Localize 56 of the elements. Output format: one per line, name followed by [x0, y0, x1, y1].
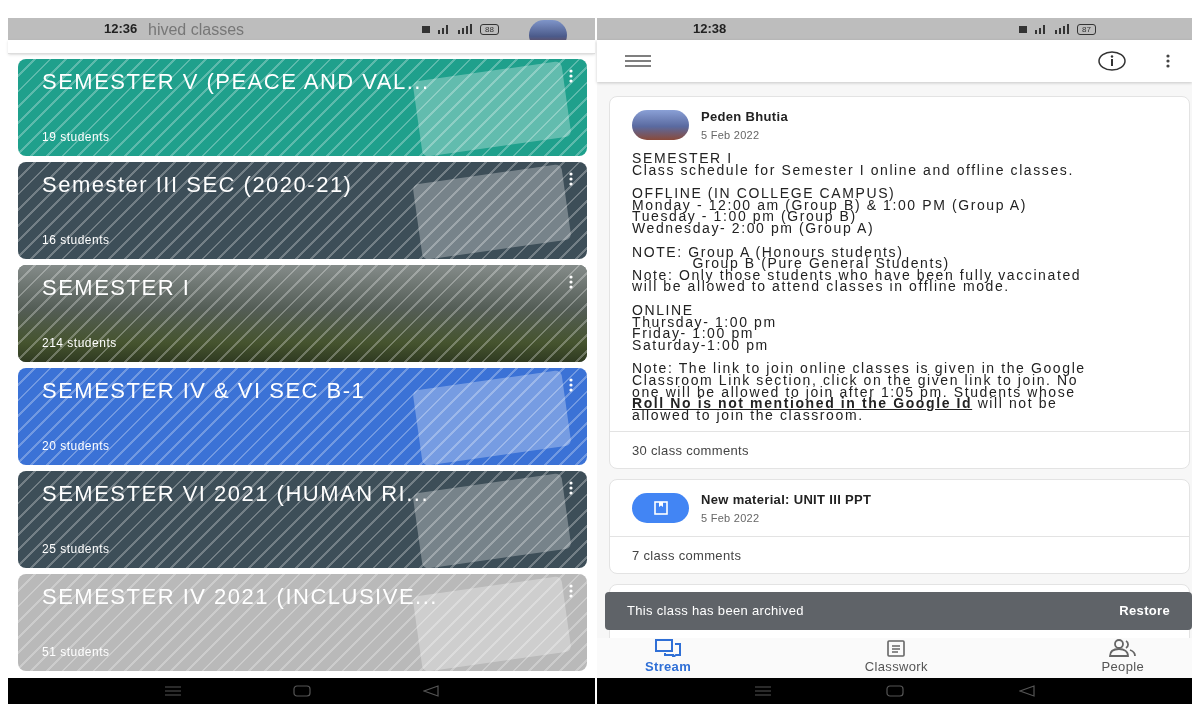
- snackbar-message: This class has been archived: [627, 602, 804, 621]
- material-title: New material: UNIT III PPT: [701, 491, 872, 510]
- post-paragraph: OFFLINE (IN COLLEGE CAMPUS) Monday - 12:00 am (Group B) & 1:00 PM (Group A) Tuesday - 1:00 pm (Group B) Wednesday- 2:00 pm (Group A): [632, 188, 1028, 235]
- student-count: 25 students: [42, 541, 111, 558]
- bookmark-page-icon: [653, 501, 668, 516]
- people-icon: [1107, 639, 1138, 658]
- class-title: SEMESTER V (PEACE AND VAL...: [42, 69, 430, 95]
- material-card[interactable]: New material: UNIT III PPT 5 Feb 2022 7 class comments: [609, 479, 1190, 575]
- signal-icon: [422, 24, 475, 34]
- chat-bubbles-icon: [655, 639, 681, 658]
- post-date: 5 Feb 2022: [701, 127, 761, 143]
- more-options-icon[interactable]: [569, 481, 573, 495]
- more-options-icon[interactable]: [569, 378, 573, 392]
- class-card[interactable]: SEMESTER IV & VI SEC B-1 20 students: [18, 368, 587, 465]
- post-paragraph: ONLINE Thursday- 1:00 pm Friday- 1:00 pm Saturday-1:00 pm: [632, 304, 778, 352]
- clipboard-icon: [887, 639, 906, 658]
- battery-indicator: 87: [1077, 23, 1096, 35]
- more-options-icon[interactable]: [1166, 54, 1170, 68]
- student-count: 214 students: [42, 335, 118, 352]
- student-count: 16 students: [42, 232, 111, 249]
- home-icon[interactable]: [293, 685, 312, 697]
- post-date: 5 Feb 2022: [701, 510, 761, 526]
- post-paragraph: Note: The link to join online classes is given in the Google Classroom Link section, click on the given link to join. No one will be allowed to join after 1:05 pm. Students whose Roll No is not mentioned in the Google Id will not be allowed to join the classroom.: [632, 363, 1087, 422]
- back-icon[interactable]: [1018, 685, 1035, 697]
- student-count: 19 students: [42, 129, 111, 146]
- signal-icon: [1019, 24, 1072, 34]
- class-title: SEMESTER IV 2021 (INCLUSIVE...: [42, 584, 438, 610]
- class-title: SEMESTER IV & VI SEC B-1: [42, 378, 366, 404]
- post-paragraph: SEMESTER I Class schedule for Semester I online and offline classes.: [632, 153, 1075, 177]
- nav-tab[interactable]: Stream: [645, 639, 692, 677]
- menu-icon[interactable]: [625, 55, 651, 67]
- avatar-photo-placeholder: [632, 110, 689, 140]
- student-count: 20 students: [42, 438, 111, 455]
- class-title: SEMESTER I: [42, 275, 191, 301]
- class-card[interactable]: SEMESTER I 214 students: [18, 265, 587, 362]
- back-icon[interactable]: [423, 685, 440, 697]
- comments-link[interactable]: 7 class comments: [632, 548, 742, 564]
- post-paragraph: NOTE: Group A (Honours students) Group B (Pure General Students) Note: Only those students who have been fully vaccinated will be allowed to attend classes in offline mode.: [632, 246, 1083, 293]
- class-card[interactable]: Semester III SEC (2020-21) 16 students: [18, 162, 587, 259]
- clock-time: 12:36: [104, 20, 138, 39]
- nav-tab[interactable]: People: [1101, 639, 1144, 677]
- author-name: Peden Bhutia: [701, 108, 788, 126]
- student-count: 51 students: [42, 644, 111, 661]
- clock-time: 12:38: [693, 20, 727, 39]
- class-title: Semester III SEC (2020-21): [42, 172, 353, 198]
- comments-link[interactable]: 30 class comments: [632, 443, 749, 459]
- class-card[interactable]: SEMESTER VI 2021 (HUMAN RI... 25 students: [18, 471, 587, 568]
- nav-tab[interactable]: Classwork: [864, 639, 928, 677]
- home-icon[interactable]: [886, 685, 905, 697]
- restore-button[interactable]: Restore: [1119, 601, 1170, 621]
- more-options-icon[interactable]: [569, 275, 573, 289]
- class-title: SEMESTER VI 2021 (HUMAN RI...: [42, 481, 430, 507]
- info-icon[interactable]: [1098, 51, 1126, 71]
- more-options-icon[interactable]: [569, 172, 573, 186]
- page-title: hived classes: [148, 20, 245, 40]
- battery-indicator: 88: [480, 23, 499, 35]
